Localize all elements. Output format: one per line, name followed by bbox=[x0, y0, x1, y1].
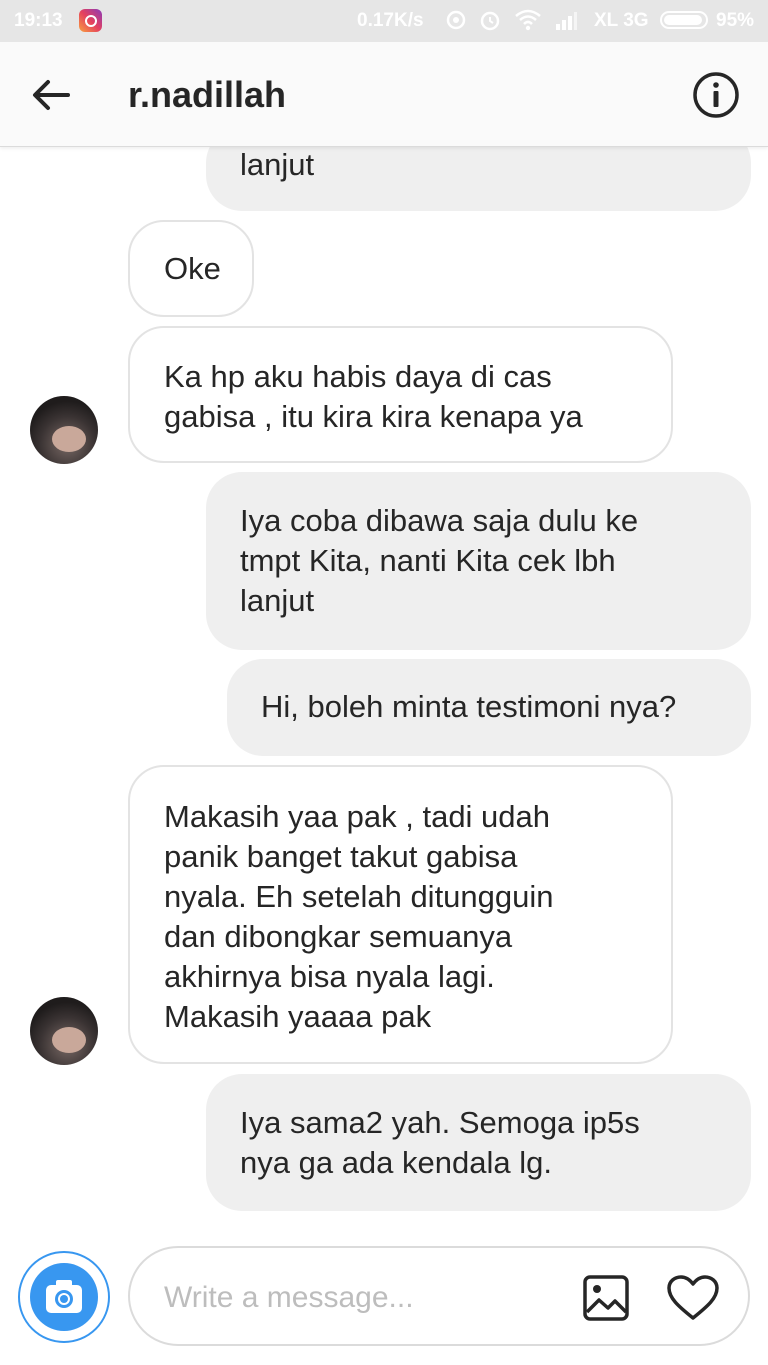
message-line: nyala. Eh setelah ditungguin bbox=[164, 879, 554, 914]
arrow-left-icon[interactable] bbox=[28, 72, 74, 118]
wifi-icon bbox=[515, 9, 541, 31]
message-line: tmpt Kita, nanti Kita cek lbh bbox=[240, 543, 616, 578]
alarm-icon bbox=[480, 11, 500, 31]
message-line: lanjut bbox=[240, 147, 315, 182]
camera-icon bbox=[46, 1280, 82, 1313]
message-outgoing: lanjut bbox=[206, 147, 751, 211]
message-composer bbox=[128, 1246, 750, 1346]
message-line: Hi, boleh minta testimoni nya? bbox=[261, 689, 677, 724]
message-line: Makasih yaa pak , tadi udah bbox=[164, 799, 551, 834]
avatar[interactable] bbox=[30, 396, 98, 464]
message-line: gabisa , itu kira kira kenapa ya bbox=[164, 399, 583, 434]
message-outgoing: Hi, boleh minta testimoni nya? bbox=[227, 659, 751, 756]
carrier-label: XL 3G bbox=[594, 10, 649, 31]
message-line: Oke bbox=[164, 251, 221, 286]
instagram-notification-icon bbox=[79, 9, 102, 32]
battery-icon bbox=[660, 11, 708, 29]
message-line: Iya sama2 yah. Semoga ip5s bbox=[240, 1105, 640, 1140]
message-line: dan dibongkar semuanya bbox=[164, 919, 513, 954]
status-time: 19:13 bbox=[14, 10, 63, 31]
message-line: akhirnya bisa nyala lagi. bbox=[164, 959, 495, 994]
camera-button[interactable] bbox=[18, 1251, 110, 1343]
message-incoming: Makasih yaa pak , tadi udah panik banget… bbox=[128, 765, 673, 1064]
conversation-header: r.nadillah bbox=[0, 42, 768, 147]
network-speed: 0.17K/s bbox=[357, 10, 424, 31]
info-icon[interactable] bbox=[692, 71, 740, 119]
status-bar: 19:13 0.17K/s XL 3G 95% bbox=[0, 0, 768, 42]
message-list[interactable]: lanjut Oke Ka hp aku habis daya di cas g… bbox=[0, 147, 768, 1227]
battery-percent: 95% bbox=[716, 10, 755, 31]
heart-icon[interactable] bbox=[666, 1274, 720, 1322]
message-line: Makasih yaaaa pak bbox=[164, 999, 432, 1034]
message-incoming: Ka hp aku habis daya di cas gabisa , itu… bbox=[128, 326, 673, 463]
message-line: Iya coba dibawa saja dulu ke bbox=[240, 503, 639, 538]
conversation-title[interactable]: r.nadillah bbox=[128, 74, 286, 116]
image-icon[interactable] bbox=[582, 1274, 630, 1322]
message-input[interactable] bbox=[162, 1274, 566, 1322]
message-line: lanjut bbox=[240, 583, 315, 618]
message-incoming: Oke bbox=[128, 220, 254, 317]
avatar[interactable] bbox=[30, 997, 98, 1065]
message-line: panik banget takut gabisa bbox=[164, 839, 518, 874]
message-line: nya ga ada kendala lg. bbox=[240, 1145, 552, 1180]
message-line: Ka hp aku habis daya di cas bbox=[164, 359, 552, 394]
signal-icon bbox=[556, 12, 577, 30]
message-outgoing: Iya sama2 yah. Semoga ip5s nya ga ada ke… bbox=[206, 1074, 751, 1211]
message-outgoing: Iya coba dibawa saja dulu ke tmpt Kita, … bbox=[206, 472, 751, 650]
sync-icon bbox=[446, 10, 466, 30]
